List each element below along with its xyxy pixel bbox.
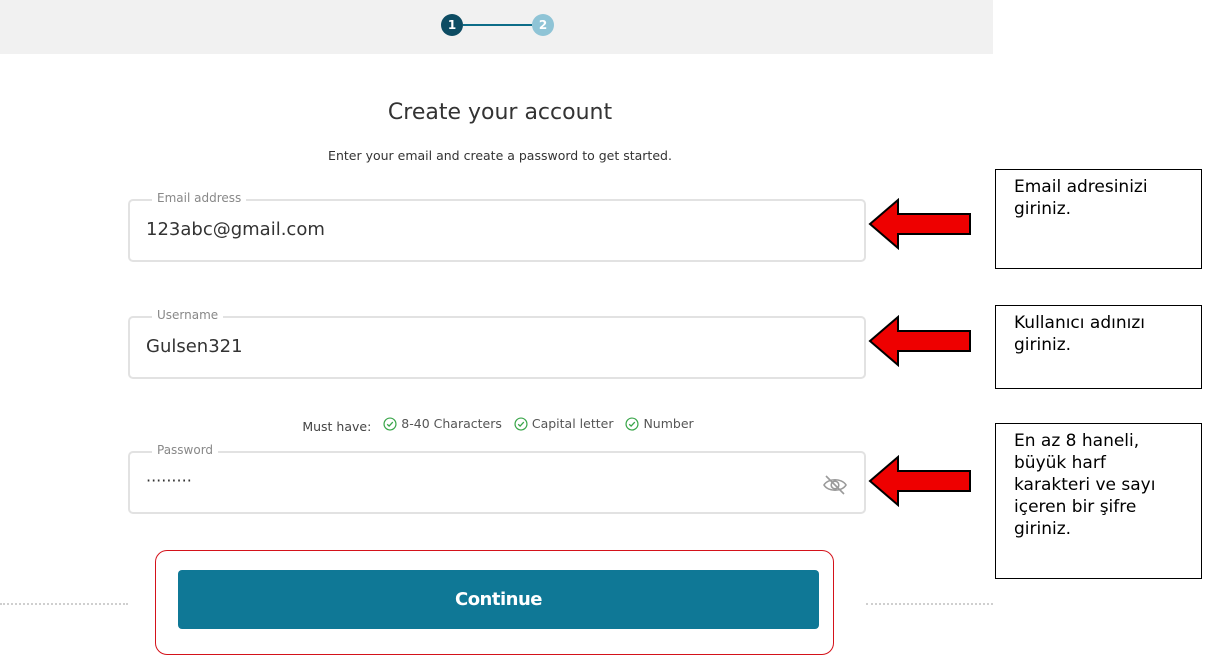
requirement-capital: Capital letter <box>514 416 614 431</box>
username-label: Username <box>152 308 224 322</box>
password-field[interactable]: Password ········· <box>128 443 866 514</box>
requirement-length-text: 8-40 Characters <box>401 416 502 431</box>
check-circle-icon <box>514 416 528 431</box>
continue-button[interactable]: Continue <box>178 570 819 629</box>
divider-left <box>0 603 128 605</box>
check-circle-icon <box>383 416 397 431</box>
password-label: Password <box>152 443 219 457</box>
red-arrow-icon <box>868 198 971 250</box>
divider-right <box>866 603 993 605</box>
email-label: Email address <box>152 191 247 205</box>
annotation-password-note: En az 8 haneli, büyük harf karakteri ve … <box>995 423 1202 579</box>
red-arrow-icon <box>868 315 971 367</box>
requirement-capital-text: Capital letter <box>531 416 614 431</box>
annotation-email-note: Email adresinizi giriniz. <box>995 169 1202 269</box>
annotation-username-note: Kullanıcı adınızı giriniz. <box>995 305 1202 389</box>
password-input[interactable]: ········· <box>146 471 192 490</box>
requirement-length: 8-40 Characters <box>383 416 502 431</box>
email-field[interactable]: Email address 123abc@gmail.com <box>128 191 866 262</box>
requirement-number-text: Number <box>643 416 694 431</box>
eye-slash-icon[interactable] <box>822 473 848 497</box>
red-arrow-icon <box>868 455 971 507</box>
stepper-line <box>463 24 532 26</box>
username-input[interactable]: Gulsen321 <box>146 336 243 357</box>
username-field[interactable]: Username Gulsen321 <box>128 308 866 379</box>
requirement-number: Number <box>625 416 694 431</box>
page-title: Create your account <box>387 100 613 125</box>
password-requirements: Must have: 8-40 Characters Capital lette… <box>0 416 1000 434</box>
email-input[interactable]: 123abc@gmail.com <box>146 219 325 240</box>
requirements-label: Must have: <box>302 418 372 434</box>
page-subtitle: Enter your email and create a password t… <box>328 148 672 163</box>
step-1-indicator: 1 <box>441 14 463 36</box>
step-2-indicator: 2 <box>532 14 554 36</box>
progress-header: 1 2 <box>0 0 993 54</box>
check-circle-icon <box>625 416 640 431</box>
